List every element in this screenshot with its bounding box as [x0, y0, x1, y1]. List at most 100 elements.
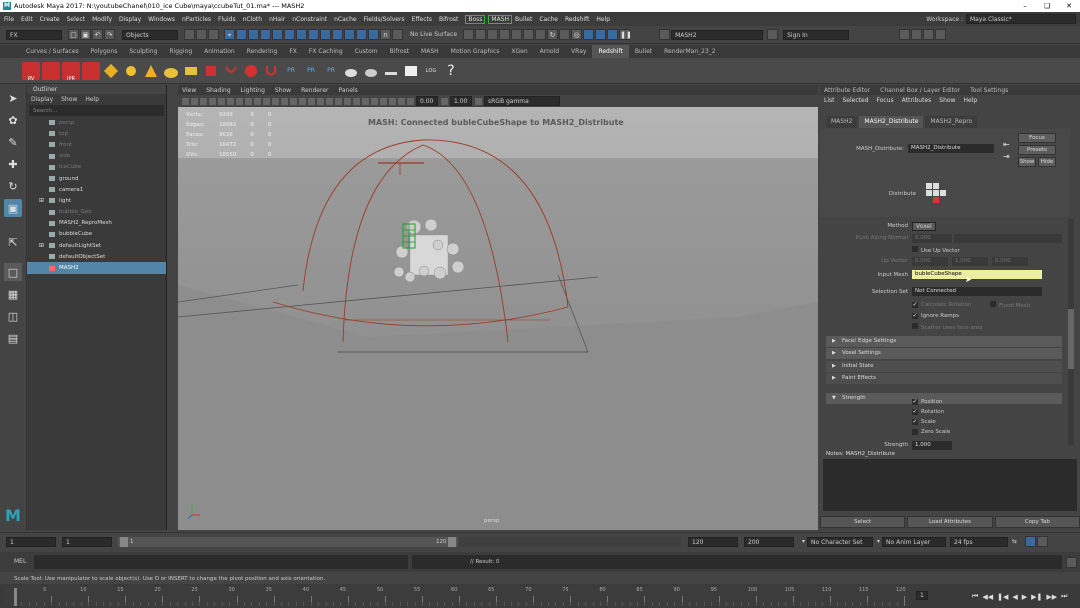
shelf-tab-curves-surfaces[interactable]: Curves / Surfaces	[20, 45, 85, 58]
snap-point-icon[interactable]	[248, 29, 259, 40]
section-face-edge-settings[interactable]: Face/ Edge Settings	[826, 335, 1062, 347]
menu-windows[interactable]: Windows	[148, 16, 175, 23]
single-layout-icon[interactable]: □	[4, 263, 22, 281]
position-checkbox[interactable]: ✓	[912, 399, 918, 405]
step-back-key-icon[interactable]: ◀◀	[982, 593, 993, 601]
anim-layer-dropdown[interactable]: No Anim Layer	[882, 536, 947, 547]
magnet-icon[interactable]: ∩	[380, 29, 391, 40]
presets-arrow-icon[interactable]: ⇥	[1003, 152, 1010, 161]
fps-dropdown[interactable]: 24 fps	[950, 536, 1009, 547]
menu-select[interactable]: Select	[67, 16, 86, 23]
xray-joints-icon[interactable]	[389, 97, 396, 105]
move-tool-icon[interactable]: ✚	[4, 155, 22, 173]
menu-nparticles[interactable]: nParticles	[182, 16, 211, 23]
step-forward-key-icon[interactable]: ▶▶	[1046, 593, 1057, 601]
toggle-panel-3-icon[interactable]	[923, 29, 935, 40]
outliner-tab[interactable]: Outliner	[27, 85, 166, 94]
use-lights-icon[interactable]	[317, 97, 324, 105]
snap-grid-icon[interactable]: ⌖	[224, 29, 235, 40]
live-surface-icon[interactable]	[392, 29, 403, 40]
menu-fields-solvers[interactable]: Fields/Solvers	[364, 16, 405, 23]
render-settings-icon[interactable]	[332, 29, 343, 40]
mel-input[interactable]	[34, 555, 408, 569]
menu-bifrost[interactable]: Bifrost	[439, 16, 458, 23]
color-management-icon[interactable]	[475, 97, 482, 105]
playback-start-field[interactable]: 1	[62, 536, 112, 547]
shadows-icon[interactable]	[326, 97, 333, 105]
start-frame-field[interactable]: 1	[6, 536, 56, 547]
rotate-tool-icon[interactable]: ↻	[4, 177, 22, 195]
render-icon[interactable]	[475, 29, 487, 40]
outliner-item-persp[interactable]: persp	[27, 117, 166, 128]
field-chart-icon[interactable]	[254, 97, 261, 105]
shelf-tab-polygons[interactable]: Polygons	[85, 45, 124, 58]
up-vector-z-field[interactable]: 0.000	[992, 257, 1028, 266]
last-tool-icon[interactable]: ⇱	[4, 233, 22, 251]
cone-light-icon[interactable]	[142, 62, 160, 80]
volume-icon[interactable]	[222, 62, 240, 80]
attr-tab-attribute-editor[interactable]: Attribute Editor	[824, 87, 870, 94]
menu-create[interactable]: Create	[40, 16, 60, 23]
texture-icon[interactable]	[102, 62, 120, 80]
outliner-item-defaultlightset[interactable]: ⊞ defaultLightSet	[27, 240, 166, 251]
menu-edit[interactable]: Edit	[21, 16, 33, 23]
menu-redshift[interactable]: Redshift	[565, 16, 589, 23]
ipr-icon[interactable]	[487, 29, 499, 40]
resolution-gate-icon[interactable]	[236, 97, 243, 105]
area-light-icon[interactable]	[182, 62, 200, 80]
gamma-field[interactable]: 1.00	[450, 96, 472, 106]
viewport-menu-panels[interactable]: Panels	[338, 87, 357, 94]
menu-effects[interactable]: Effects	[412, 16, 432, 23]
safe-action-icon[interactable]	[263, 97, 270, 105]
outliner-item-ground[interactable]: ground	[27, 173, 166, 184]
workspace-dropdown[interactable]: Maya Classic*	[966, 14, 1076, 24]
outliner-menu-display[interactable]: Display	[31, 96, 53, 103]
menu-bullet[interactable]: Bullet	[515, 16, 532, 23]
push-along-normal-field[interactable]: 0.000	[912, 234, 952, 243]
selection-mode-dropdown[interactable]: Objects	[122, 29, 178, 40]
render-setup-icon[interactable]	[368, 29, 379, 40]
wire-on-shaded-icon[interactable]	[299, 97, 306, 105]
script-editor-icon[interactable]	[1066, 557, 1077, 568]
viewport-menu-view[interactable]: View	[182, 87, 196, 94]
shelf-tab-arnold[interactable]: Arnold	[534, 45, 565, 58]
maximize-icon[interactable]: ❏	[1036, 0, 1058, 12]
redshift-stop-button[interactable]	[82, 61, 100, 80]
character-set-icon[interactable]: ▾	[802, 538, 805, 545]
isolate-icon[interactable]	[371, 97, 378, 105]
select-button[interactable]: Select	[820, 516, 906, 528]
outliner-item-mash2-repromesh[interactable]: MASH2_ReproMesh	[27, 218, 166, 229]
exposure-field[interactable]: 0.00	[416, 96, 438, 106]
outliner-item-camera1[interactable]: camera1	[27, 184, 166, 195]
input-mesh-field[interactable]: bubleCubeShape	[912, 270, 1042, 279]
end-frame-field[interactable]: 200	[744, 536, 794, 547]
push-slider[interactable]	[954, 234, 1062, 243]
redshift-rv-button[interactable]: RV	[22, 61, 40, 82]
current-frame-field[interactable]: 1	[916, 591, 928, 600]
attr-tab-channel-box-layer-editor[interactable]: Channel Box / Layer Editor	[880, 87, 960, 94]
proxy-pr2-icon[interactable]: PR	[302, 62, 320, 80]
shelf-tab-motion-graphics[interactable]: Motion Graphics	[445, 45, 506, 58]
menu-ncache[interactable]: nCache	[334, 16, 356, 23]
teapot2-icon[interactable]	[362, 62, 380, 80]
menu-display[interactable]: Display	[119, 16, 141, 23]
image-plane-icon[interactable]	[209, 97, 216, 105]
ambient-occlusion-icon[interactable]	[335, 97, 342, 105]
shelf-tab-renderman-23-2[interactable]: RenderMan_23_2	[658, 45, 721, 58]
method-dropdown[interactable]: Voxel	[912, 222, 936, 231]
help-icon[interactable]: ?	[442, 62, 460, 80]
shelf-tab-custom[interactable]: Custom	[349, 45, 384, 58]
viewport-scene[interactable]: Verts: 9299 0 0 Edges: 18092 0 0 Faces: 8636 0 0 Tri…	[178, 107, 818, 530]
viewport-menu-renderer[interactable]: Renderer	[301, 87, 328, 94]
four-layout-icon[interactable]: ▦	[4, 285, 22, 303]
focus-button[interactable]: Focus	[1018, 133, 1056, 143]
node-tab-mash2[interactable]: MASH2	[826, 116, 858, 128]
toggle-panel-1-icon[interactable]	[899, 29, 911, 40]
depth-of-field-icon[interactable]	[362, 97, 369, 105]
presets-button[interactable]: Presets	[1018, 145, 1056, 155]
shelf-tab-animation[interactable]: Animation	[198, 45, 241, 58]
gate-mask-icon[interactable]	[245, 97, 252, 105]
shelf-tab-rigging[interactable]: Rigging	[163, 45, 198, 58]
attribute-scrollbar-thumb[interactable]	[1068, 309, 1074, 369]
viewport-menu-shading[interactable]: Shading	[206, 87, 230, 94]
